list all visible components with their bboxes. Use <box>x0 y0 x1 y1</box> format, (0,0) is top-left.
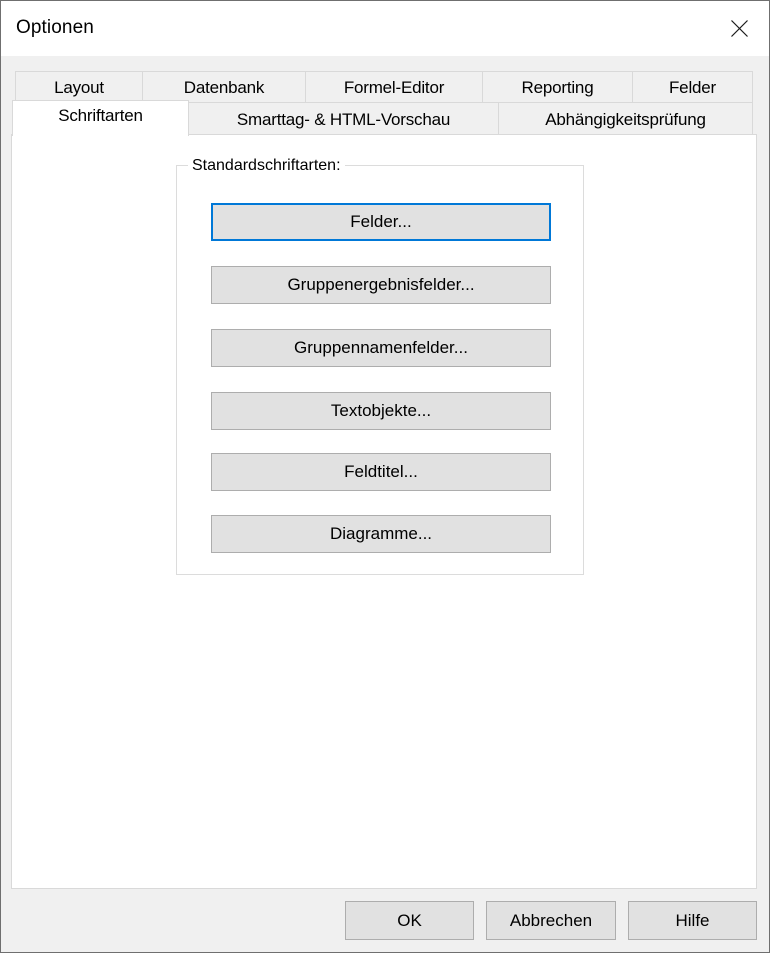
tab-abhaengigkeitspruefung[interactable]: Abhängigkeitsprüfung <box>498 102 753 135</box>
close-button[interactable] <box>709 1 769 56</box>
field-titles-font-button[interactable]: Feldtitel... <box>211 453 551 491</box>
tab-label: Smarttag- & HTML-Vorschau <box>236 110 451 129</box>
group-label: Standardschriftarten: <box>188 157 345 175</box>
ok-button[interactable]: OK <box>345 901 474 940</box>
tab-label: Datenbank <box>183 78 265 97</box>
group-result-fields-font-button[interactable]: Gruppenergebnisfelder... <box>211 266 551 304</box>
dialog-title: Optionen <box>16 17 94 38</box>
tab-label: Abhängigkeitsprüfung <box>545 110 706 129</box>
close-icon <box>731 20 748 37</box>
tab-felder[interactable]: Felder <box>632 71 753 103</box>
tab-datenbank[interactable]: Datenbank <box>142 71 306 103</box>
tab-layout[interactable]: Layout <box>15 71 143 103</box>
tab-label: Formel-Editor <box>343 78 445 97</box>
tab-label: Reporting <box>521 78 594 97</box>
group-name-fields-font-button[interactable]: Gruppennamenfelder... <box>211 329 551 367</box>
tab-schriftarten[interactable]: Schriftarten <box>12 100 189 136</box>
tab-reporting[interactable]: Reporting <box>482 71 633 103</box>
tab-label: Layout <box>54 78 104 97</box>
tab-formel-editor[interactable]: Formel-Editor <box>305 71 483 103</box>
tab-smarttag-html-vorschau[interactable]: Smarttag- & HTML-Vorschau <box>188 102 499 135</box>
title-bar: Optionen <box>1 1 769 56</box>
cancel-button[interactable]: Abbrechen <box>486 901 616 940</box>
fields-font-button[interactable]: Felder... <box>211 203 551 241</box>
charts-font-button[interactable]: Diagramme... <box>211 515 551 553</box>
help-button[interactable]: Hilfe <box>628 901 757 940</box>
text-objects-font-button[interactable]: Textobjekte... <box>211 392 551 430</box>
tab-label: Schriftarten <box>58 106 143 125</box>
tab-label: Felder <box>669 78 716 97</box>
